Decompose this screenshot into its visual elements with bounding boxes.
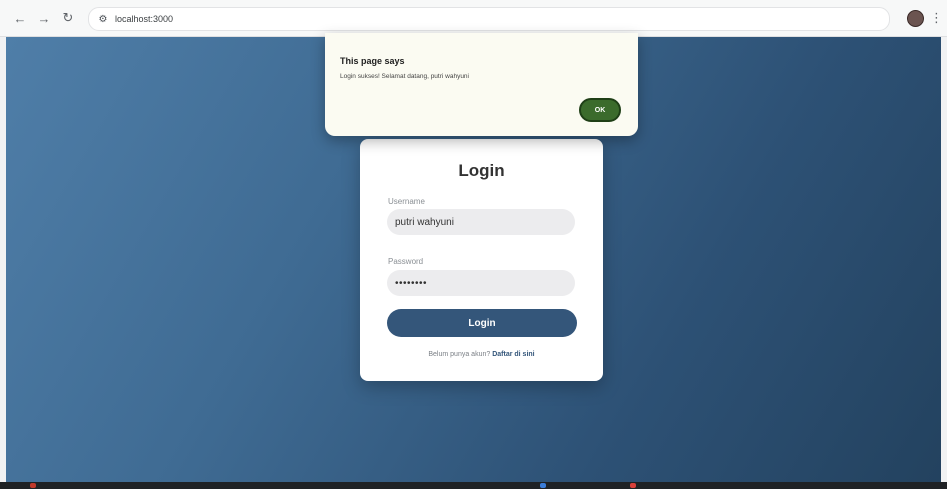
- ok-button[interactable]: OK: [579, 98, 621, 122]
- browser-window: ← → ↻ ⚙ localhost:3000 ⋮ Login Username …: [0, 0, 947, 489]
- taskbar-app-icon[interactable]: [630, 483, 636, 488]
- login-card: Login Username putri wahyuni Password ••…: [360, 139, 603, 381]
- url-text: localhost:3000: [115, 14, 174, 24]
- back-icon[interactable]: ←: [10, 8, 30, 28]
- alert-title: This page says: [340, 56, 405, 66]
- password-input[interactable]: ••••••••: [387, 270, 575, 296]
- register-link[interactable]: Daftar di sini: [492, 351, 534, 358]
- start-icon[interactable]: [30, 483, 36, 488]
- username-input[interactable]: putri wahyuni: [387, 209, 575, 235]
- login-button[interactable]: Login: [387, 309, 577, 337]
- browser-menu-icon[interactable]: ⋮: [930, 8, 943, 28]
- address-bar[interactable]: ⚙ localhost:3000: [88, 7, 890, 31]
- alert-message: Login sukses! Selamat datang, putri wahy…: [340, 73, 469, 80]
- taskbar-app-icon[interactable]: [540, 483, 546, 488]
- alert-dialog: This page says Login sukses! Selamat dat…: [325, 33, 638, 136]
- reload-icon[interactable]: ↻: [58, 8, 78, 28]
- password-label: Password: [388, 257, 424, 266]
- forward-icon[interactable]: →: [34, 8, 54, 28]
- register-prompt-text: Belum punya akun?: [428, 351, 491, 358]
- username-label: Username: [388, 197, 425, 206]
- taskbar: [0, 482, 947, 489]
- register-prompt: Belum punya akun? Daftar di sini: [360, 351, 603, 358]
- login-title: Login: [458, 161, 505, 180]
- site-info-icon[interactable]: ⚙: [95, 11, 111, 27]
- profile-avatar[interactable]: [907, 10, 924, 27]
